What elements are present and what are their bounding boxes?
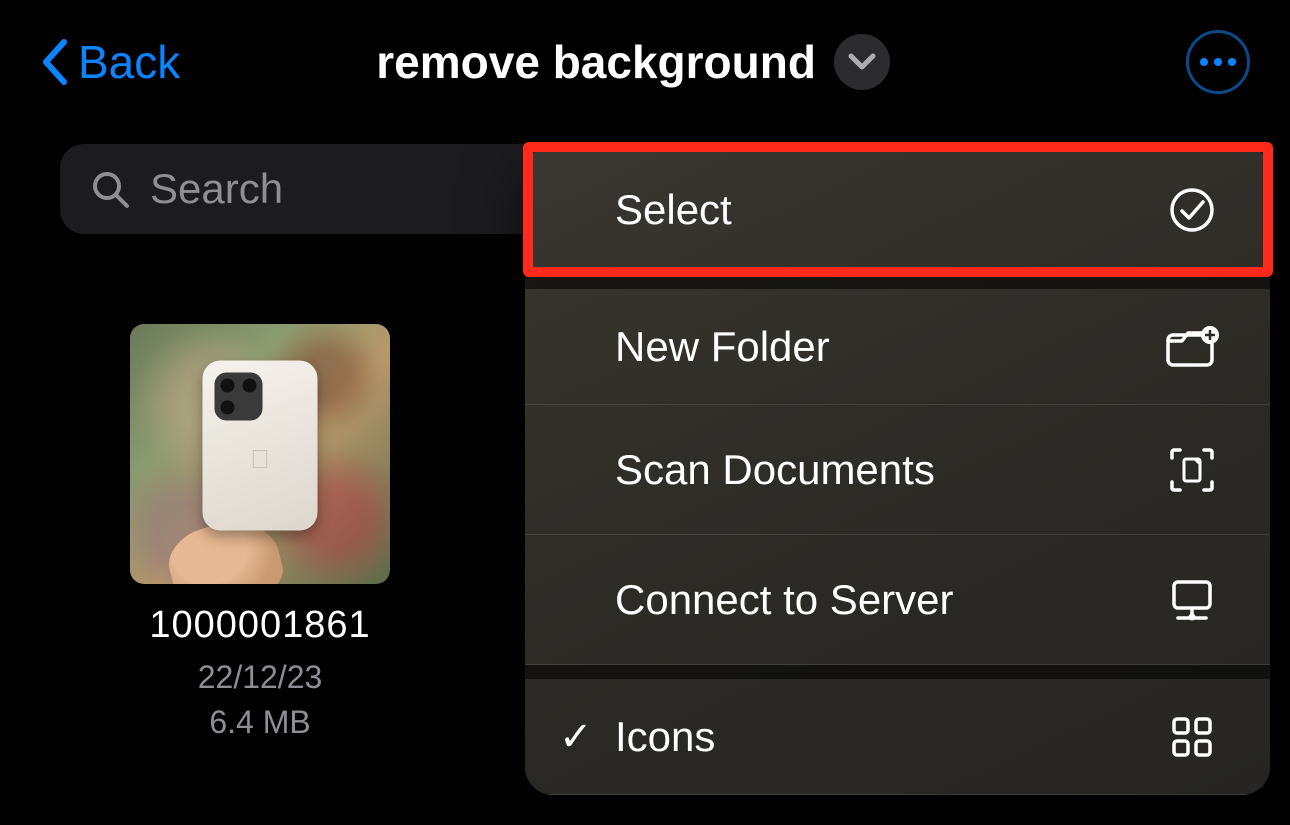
header-bar: Back remove background — [0, 0, 1290, 114]
menu-label: Connect to Server — [615, 576, 1164, 624]
file-item[interactable]:  1000001861 22/12/23 6.4 MB — [120, 324, 400, 741]
file-name: 1000001861 — [149, 604, 370, 647]
menu-label: New Folder — [615, 323, 1164, 371]
menu-label: Scan Documents — [615, 446, 1164, 494]
search-icon — [90, 169, 130, 209]
file-date: 22/12/23 — [198, 659, 323, 696]
checkmark-icon: ✓ — [559, 714, 593, 760]
title-dropdown-button[interactable] — [834, 34, 890, 90]
title-wrap: remove background — [80, 34, 1186, 90]
menu-item-connect-server[interactable]: Connect to Server — [525, 535, 1270, 665]
menu-label: Icons — [615, 713, 1164, 761]
file-thumbnail:  — [130, 324, 390, 584]
folder-plus-icon — [1164, 323, 1220, 371]
grid-icon — [1164, 713, 1220, 761]
page-title: remove background — [376, 35, 816, 89]
menu-item-new-folder[interactable]: New Folder — [525, 275, 1270, 405]
menu-item-scan-documents[interactable]: Scan Documents — [525, 405, 1270, 535]
check-circle-icon — [1164, 186, 1220, 234]
more-options-button[interactable] — [1186, 30, 1250, 94]
menu-item-select[interactable]: Select — [525, 145, 1270, 275]
chevron-left-icon — [40, 38, 68, 86]
ellipsis-icon — [1200, 58, 1236, 66]
menu-label: Select — [615, 186, 1164, 234]
server-icon — [1164, 574, 1220, 626]
chevron-down-icon — [848, 53, 876, 71]
context-menu: Select New Folder Scan Documents Connect… — [525, 145, 1270, 795]
file-size: 6.4 MB — [209, 704, 310, 741]
menu-item-icons[interactable]: ✓ Icons — [525, 665, 1270, 795]
search-placeholder: Search — [150, 165, 283, 213]
scan-document-icon — [1164, 444, 1220, 496]
